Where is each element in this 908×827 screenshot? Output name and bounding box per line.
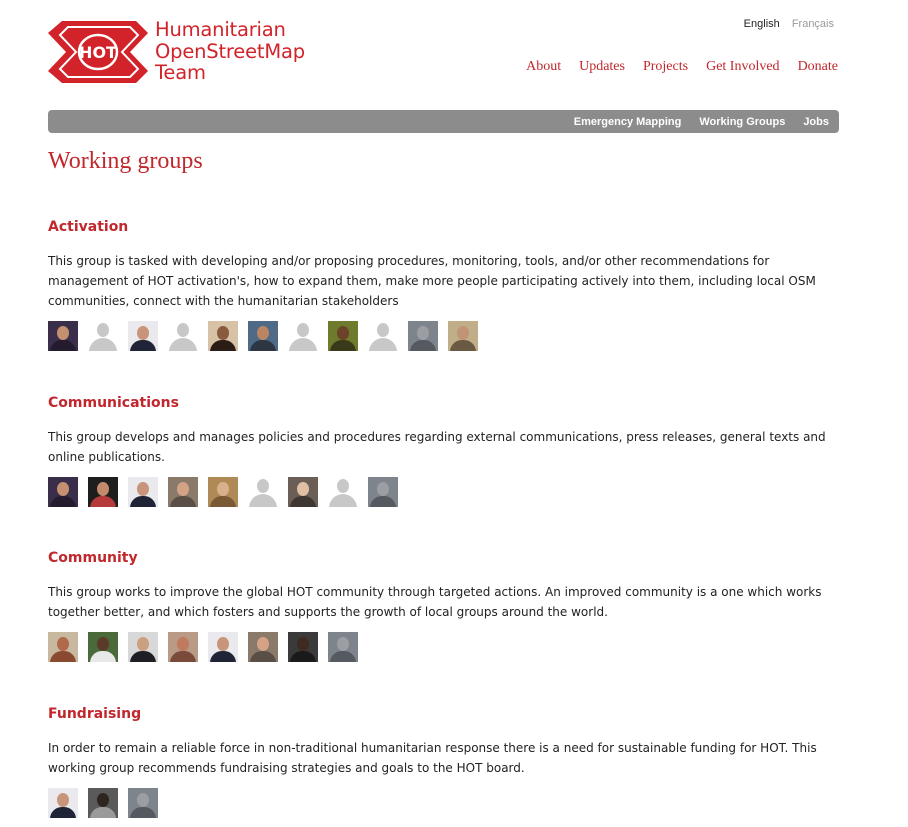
- member-avatar[interactable]: [128, 477, 158, 507]
- group-title: Communications: [48, 395, 179, 411]
- member-avatar[interactable]: [88, 477, 118, 507]
- main-nav: About Updates Projects Get Involved Dona…: [508, 59, 838, 75]
- member-avatar[interactable]: [288, 477, 318, 507]
- member-avatar[interactable]: [88, 788, 118, 818]
- member-avatars: [48, 321, 848, 351]
- member-avatar[interactable]: [168, 632, 198, 662]
- member-avatar[interactable]: [48, 321, 78, 351]
- member-avatar-placeholder[interactable]: [288, 321, 318, 351]
- group-description: In order to remain a reliable force in n…: [48, 741, 817, 775]
- member-avatar[interactable]: [48, 477, 78, 507]
- subnav-emergency-mapping[interactable]: Emergency Mapping: [574, 116, 682, 128]
- page-title: Working groups: [48, 148, 203, 174]
- member-avatar-placeholder[interactable]: [168, 321, 198, 351]
- group-communications: Communications This group develops and m…: [48, 395, 848, 507]
- member-avatar[interactable]: [48, 632, 78, 662]
- member-avatar-placeholder[interactable]: [328, 477, 358, 507]
- member-avatar[interactable]: [88, 632, 118, 662]
- nav-donate[interactable]: Donate: [798, 59, 838, 75]
- member-avatar[interactable]: [368, 477, 398, 507]
- member-avatar[interactable]: [288, 632, 318, 662]
- sub-nav: Emergency Mapping Working Groups Jobs: [48, 110, 839, 133]
- logo-wordmark: Humanitarian OpenStreetMap Team: [155, 19, 305, 84]
- member-avatar[interactable]: [48, 788, 78, 818]
- member-avatar-placeholder[interactable]: [248, 477, 278, 507]
- member-avatar[interactable]: [128, 632, 158, 662]
- member-avatar[interactable]: [168, 477, 198, 507]
- logo-line-3: Team: [155, 61, 206, 84]
- group-title: Activation: [48, 219, 129, 235]
- member-avatar[interactable]: [448, 321, 478, 351]
- member-avatar[interactable]: [248, 632, 278, 662]
- nav-get-involved[interactable]: Get Involved: [706, 59, 779, 75]
- group-description: This group works to improve the global H…: [48, 585, 822, 619]
- member-avatars: [48, 632, 848, 662]
- member-avatars: [48, 477, 848, 507]
- logo-mark-text: HOT: [79, 43, 117, 62]
- nav-about[interactable]: About: [526, 59, 561, 75]
- nav-updates[interactable]: Updates: [579, 59, 625, 75]
- member-avatar[interactable]: [328, 632, 358, 662]
- group-activation: Activation This group is tasked with dev…: [48, 219, 848, 351]
- group-description: This group is tasked with developing and…: [48, 254, 816, 308]
- subnav-working-groups[interactable]: Working Groups: [699, 116, 785, 128]
- member-avatar-placeholder[interactable]: [88, 321, 118, 351]
- logo-line-1: Humanitarian: [155, 18, 286, 41]
- site-logo[interactable]: HOT Humanitarian OpenStreetMap Team: [48, 18, 318, 84]
- member-avatar[interactable]: [208, 632, 238, 662]
- lang-french[interactable]: Français: [792, 18, 834, 30]
- member-avatar[interactable]: [208, 321, 238, 351]
- group-title: Community: [48, 550, 138, 566]
- member-avatar-placeholder[interactable]: [368, 321, 398, 351]
- group-description: This group develops and manages policies…: [48, 430, 826, 464]
- member-avatars: [48, 788, 848, 818]
- member-avatar[interactable]: [408, 321, 438, 351]
- member-avatar[interactable]: [208, 477, 238, 507]
- group-title: Fundraising: [48, 706, 142, 722]
- member-avatar[interactable]: [128, 788, 158, 818]
- lang-english[interactable]: English: [744, 18, 780, 30]
- logo-line-2: OpenStreetMap: [155, 39, 305, 63]
- group-fundraising: Fundraising In order to remain a reliabl…: [48, 706, 848, 818]
- group-community: Community This group works to improve th…: [48, 550, 848, 662]
- hot-logo-icon: HOT: [48, 21, 148, 83]
- nav-projects[interactable]: Projects: [643, 59, 688, 75]
- subnav-jobs[interactable]: Jobs: [803, 116, 829, 128]
- member-avatar[interactable]: [128, 321, 158, 351]
- member-avatar[interactable]: [328, 321, 358, 351]
- language-switcher: English Français: [735, 18, 834, 30]
- member-avatar[interactable]: [248, 321, 278, 351]
